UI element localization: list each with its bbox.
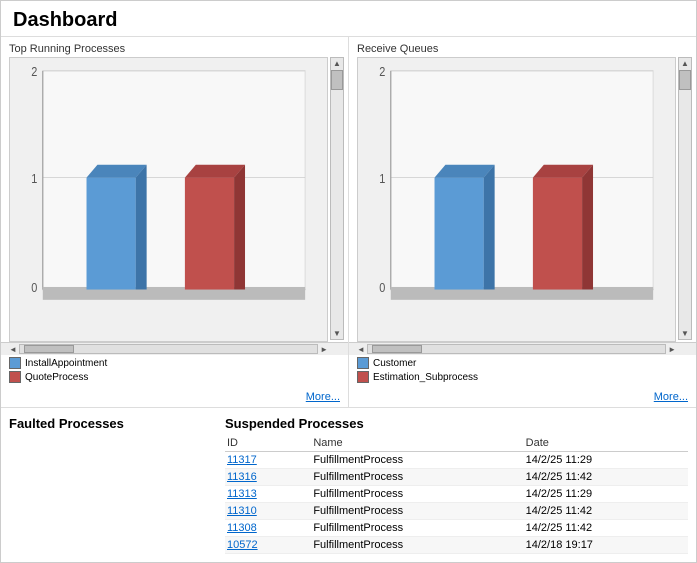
svg-text:0: 0 (379, 280, 385, 295)
left-legend-item-1: InstallAppointment (9, 357, 340, 369)
process-id-link[interactable]: 11316 (227, 471, 257, 483)
process-name: FulfillmentProcess (311, 503, 523, 520)
left-legend-label-1: InstallAppointment (25, 358, 107, 369)
left-chart-panel: Top Running Processes 2 1 0 (1, 37, 349, 407)
process-date: 14/2/25 11:29 (524, 486, 688, 503)
faulted-section: Faulted Processes (9, 416, 209, 554)
left-chart-more-link[interactable]: More... (1, 389, 348, 407)
left-legend-label-2: QuoteProcess (25, 372, 88, 383)
left-legend-color-2 (9, 371, 21, 383)
suspended-section: Suspended Processes ID Name Date 11317 Fu… (225, 416, 688, 554)
process-id-link[interactable]: 11317 (227, 454, 257, 466)
right-chart-vscroll[interactable]: ▲ ▼ (678, 57, 692, 340)
col-header-id: ID (225, 435, 311, 452)
dashboard-container: Dashboard Top Running Processes (0, 0, 697, 563)
right-chart-area: 2 1 0 (357, 57, 676, 342)
right-legend-label-1: Customer (373, 358, 416, 369)
suspended-header-row: ID Name Date (225, 435, 688, 452)
svg-text:1: 1 (31, 171, 37, 186)
main-content: Top Running Processes 2 1 0 (1, 37, 696, 562)
process-id-link[interactable]: 10572 (227, 539, 258, 551)
table-row: 10572 FulfillmentProcess14/2/18 19:17 (225, 537, 688, 554)
left-legend-item-2: QuoteProcess (9, 371, 340, 383)
process-id-link[interactable]: 11308 (227, 522, 257, 534)
right-legend-label-2: Estimation_Subprocess (373, 372, 478, 383)
left-chart-svg: 2 1 0 (10, 58, 327, 341)
suspended-title: Suspended Processes (225, 416, 688, 431)
process-name: FulfillmentProcess (311, 469, 523, 486)
right-chart-legend: Customer Estimation_Subprocess (349, 355, 696, 389)
table-row: 11317 FulfillmentProcess14/2/25 11:29 (225, 452, 688, 469)
table-row: 11313 FulfillmentProcess14/2/25 11:29 (225, 486, 688, 503)
process-date: 14/2/25 11:29 (524, 452, 688, 469)
right-legend-color-1 (357, 357, 369, 369)
process-id-link[interactable]: 11313 (227, 488, 257, 500)
bottom-section: Faulted Processes Suspended Processes ID… (1, 408, 696, 562)
suspended-table-header: ID Name Date (225, 435, 688, 452)
left-chart-legend: InstallAppointment QuoteProcess (1, 355, 348, 389)
suspended-table: ID Name Date 11317FulfillmentProcess14/2… (225, 435, 688, 554)
right-chart-svg: 2 1 0 (358, 58, 675, 341)
svg-text:2: 2 (379, 64, 385, 79)
col-header-name: Name (311, 435, 523, 452)
right-chart-panel: Receive Queues 2 1 0 (349, 37, 696, 407)
process-id-link[interactable]: 11310 (227, 505, 257, 517)
table-row: 11316 FulfillmentProcess14/2/25 11:42 (225, 469, 688, 486)
right-legend-item-2: Estimation_Subprocess (357, 371, 688, 383)
process-date: 14/2/25 11:42 (524, 520, 688, 537)
faulted-title: Faulted Processes (9, 416, 209, 431)
left-legend-color-1 (9, 357, 21, 369)
table-row: 11310 FulfillmentProcess14/2/25 11:42 (225, 503, 688, 520)
table-row: 11308 FulfillmentProcess14/2/25 11:42 (225, 520, 688, 537)
suspended-table-body: 11317FulfillmentProcess14/2/25 11:291131… (225, 452, 688, 554)
process-date: 14/2/25 11:42 (524, 503, 688, 520)
left-chart-area: 2 1 0 (9, 57, 328, 342)
charts-row: Top Running Processes 2 1 0 (1, 37, 696, 408)
right-chart-more-link[interactable]: More... (349, 389, 696, 407)
col-header-date: Date (524, 435, 688, 452)
process-name: FulfillmentProcess (311, 537, 523, 554)
right-chart-hscroll[interactable]: ◄ ► (349, 342, 696, 355)
left-chart-hscroll[interactable]: ◄ ► (1, 342, 348, 355)
process-name: FulfillmentProcess (311, 452, 523, 469)
process-name: FulfillmentProcess (311, 486, 523, 503)
page-title: Dashboard (1, 1, 696, 37)
right-chart-title: Receive Queues (349, 37, 696, 57)
process-name: FulfillmentProcess (311, 520, 523, 537)
process-date: 14/2/18 19:17 (524, 537, 688, 554)
right-legend-item-1: Customer (357, 357, 688, 369)
svg-text:0: 0 (31, 280, 37, 295)
svg-text:2: 2 (31, 64, 37, 79)
left-chart-vscroll[interactable]: ▲ ▼ (330, 57, 344, 340)
process-date: 14/2/25 11:42 (524, 469, 688, 486)
svg-text:1: 1 (379, 171, 385, 186)
left-chart-title: Top Running Processes (1, 37, 348, 57)
right-legend-color-2 (357, 371, 369, 383)
